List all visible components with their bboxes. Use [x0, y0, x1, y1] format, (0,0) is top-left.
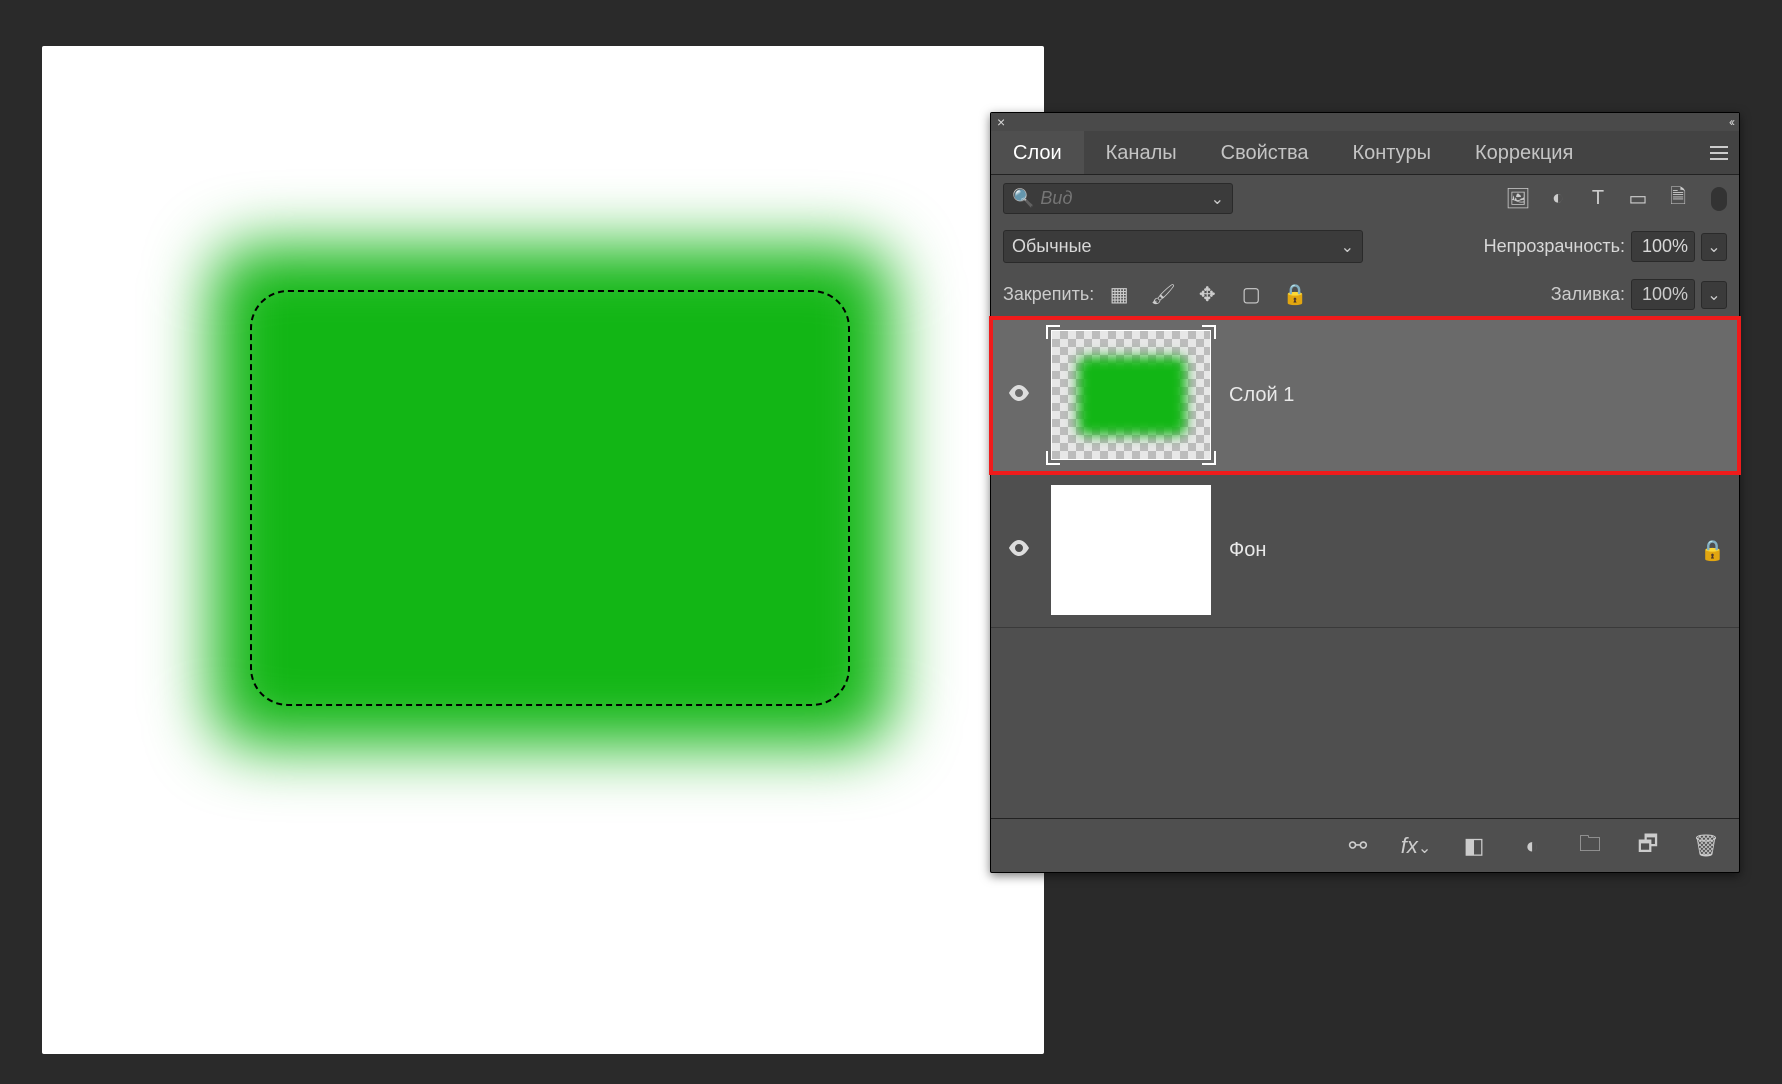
chevron-down-icon [1341, 236, 1354, 257]
tab-adjustments[interactable]: Коррекция [1453, 131, 1595, 174]
lock-label: Закрепить: [1003, 284, 1094, 305]
chevron-down-icon [1211, 188, 1224, 209]
tab-layers[interactable]: Слои [991, 131, 1084, 174]
visibility-toggle[interactable] [1005, 384, 1033, 407]
fill-value[interactable]: 100% [1631, 279, 1695, 310]
search-icon: 🔍 [1012, 188, 1034, 209]
fill-label: Заливка: [1551, 284, 1625, 305]
tab-paths[interactable]: Контуры [1330, 131, 1452, 174]
layer-filter-input[interactable] [1040, 188, 1204, 209]
opacity-dropdown[interactable] [1701, 233, 1727, 261]
lock-artboard-icon[interactable]: ▢ [1236, 280, 1266, 310]
lock-transparency-icon[interactable]: ▦ [1104, 280, 1134, 310]
panel-tabs: Слои Каналы Свойства Контуры Коррекция [991, 131, 1739, 175]
add-mask-icon[interactable]: ◧ [1459, 831, 1489, 861]
tab-channels[interactable]: Каналы [1084, 131, 1199, 174]
panel-footer: ⚯ fx ◧ ◐ 🗀 🗗 🗑 [991, 818, 1739, 872]
panel-menu-icon[interactable] [1699, 131, 1739, 174]
chevron-down-icon [1707, 236, 1720, 257]
new-group-icon[interactable]: 🗀 [1575, 831, 1605, 861]
new-layer-icon[interactable]: 🗗 [1633, 831, 1663, 861]
layer-filter-select[interactable]: 🔍 [1003, 183, 1233, 214]
filter-smart-icon[interactable]: 🗎 [1663, 184, 1693, 214]
lock-pixels-icon[interactable]: 🖌 [1148, 280, 1178, 310]
layer-row[interactable]: Фон 🔒 [991, 473, 1739, 628]
canvas-area[interactable] [42, 46, 1044, 1054]
lock-all-icon[interactable]: 🔒 [1280, 280, 1310, 310]
collapse-icon[interactable]: ‹‹ [1729, 115, 1733, 129]
lock-position-icon[interactable]: ✥ [1192, 280, 1222, 310]
close-icon[interactable]: × [997, 114, 1005, 130]
fill-dropdown[interactable] [1701, 281, 1727, 309]
selection-marquee [250, 290, 850, 706]
layers-panel: × ‹‹ Слои Каналы Свойства Контуры Коррек… [990, 112, 1740, 873]
opacity-value[interactable]: 100% [1631, 231, 1695, 262]
link-layers-icon[interactable]: ⚯ [1343, 831, 1373, 861]
opacity-label: Непрозрачность: [1484, 236, 1625, 257]
blend-mode-value: Обычные [1012, 236, 1092, 257]
panel-titlebar: × ‹‹ [991, 113, 1739, 131]
delete-layer-icon[interactable]: 🗑 [1691, 831, 1721, 861]
eye-icon [1008, 385, 1030, 401]
fx-icon[interactable]: fx [1401, 831, 1431, 861]
adjustment-layer-icon[interactable]: ◐ [1517, 831, 1547, 861]
chevron-down-icon [1707, 284, 1720, 305]
layer-thumbnail[interactable] [1051, 485, 1211, 615]
filter-toggle[interactable] [1711, 187, 1727, 211]
layer-row[interactable]: Слой 1 [991, 318, 1739, 473]
tab-properties[interactable]: Свойства [1199, 131, 1331, 174]
filter-type-icon[interactable]: T [1583, 184, 1613, 214]
visibility-toggle[interactable] [1005, 539, 1033, 562]
filter-adjust-icon[interactable]: ◐ [1543, 184, 1573, 214]
lock-icon[interactable]: 🔒 [1700, 538, 1725, 563]
layer-list: Слой 1 Фон 🔒 [991, 318, 1739, 818]
layer-thumbnail[interactable] [1051, 330, 1211, 460]
filter-shape-icon[interactable]: ▭ [1623, 184, 1653, 214]
eye-icon [1008, 540, 1030, 556]
filter-pixel-icon[interactable]: 🖼 [1503, 184, 1533, 214]
blend-mode-select[interactable]: Обычные [1003, 230, 1363, 263]
layer-name[interactable]: Фон [1229, 539, 1266, 562]
layer-name[interactable]: Слой 1 [1229, 384, 1294, 407]
